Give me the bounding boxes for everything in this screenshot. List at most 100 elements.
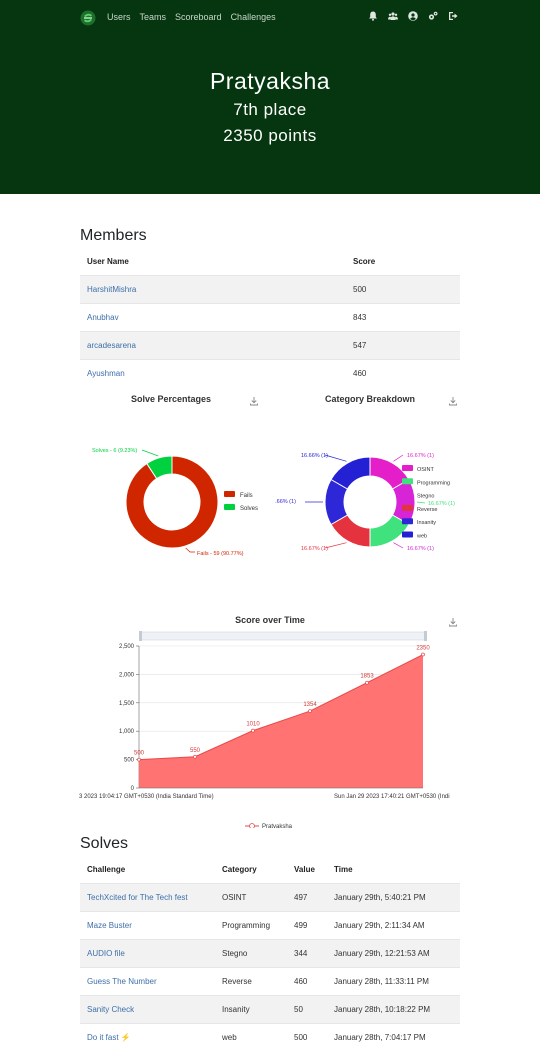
slice-label-line bbox=[324, 542, 347, 549]
legend-swatch[interactable] bbox=[224, 504, 235, 510]
solve-value: 499 bbox=[287, 911, 327, 940]
legend-label[interactable]: Solves bbox=[240, 506, 258, 512]
score-point[interactable] bbox=[193, 754, 197, 759]
col-value: Value bbox=[294, 865, 315, 874]
challenge-link[interactable]: Sanity Check bbox=[87, 1005, 134, 1014]
challenge-link[interactable]: AUDIO file bbox=[87, 949, 125, 958]
challenge-cell: Maze Buster bbox=[80, 911, 215, 940]
legend-label[interactable]: Pratyaksha bbox=[262, 824, 293, 828]
slice-label: 16.67% (1) bbox=[301, 546, 328, 552]
slice-label-line bbox=[393, 454, 404, 462]
solve-row: Maze Buster Programming 499 January 29th, 2… bbox=[80, 911, 460, 940]
legend-marker[interactable] bbox=[249, 823, 255, 829]
challenge-cell: TechXcited for The Tech fest bbox=[80, 883, 215, 912]
nav-users-link[interactable]: Users bbox=[107, 12, 131, 22]
x-tick-label: Sun Jan 29 2023 17:40:21 GMT+0530 (Indi bbox=[334, 794, 450, 800]
col-category: Category bbox=[222, 865, 257, 874]
score-point-label: 1853 bbox=[360, 674, 374, 680]
solve-percentages-title: Solve Percentages bbox=[130, 394, 212, 404]
solve-category: Programming bbox=[215, 911, 287, 940]
solve-value: 460 bbox=[287, 967, 327, 996]
score-point-label: 500 bbox=[134, 751, 145, 757]
legend-swatch[interactable] bbox=[402, 518, 413, 525]
zoom-slider-track[interactable] bbox=[139, 631, 427, 641]
solve-percentages-chart: Fails - 59 (90.77%) Solves - 6 (9.23%) Fa… bbox=[92, 448, 258, 557]
y-tick-label: 1,000 bbox=[119, 729, 135, 735]
member-link[interactable]: HarshitMishra bbox=[87, 285, 136, 294]
legend-label[interactable]: web bbox=[416, 534, 427, 540]
y-tick-label: 2,500 bbox=[119, 644, 135, 650]
nav-teams-link[interactable]: Teams bbox=[140, 12, 167, 22]
legend-label[interactable]: Fails bbox=[240, 493, 253, 499]
score-point[interactable] bbox=[308, 709, 312, 713]
user-circle-icon[interactable] bbox=[408, 11, 418, 21]
members-table: User Name Score HarshitMishra 500 Anubha… bbox=[80, 248, 460, 387]
challenge-link[interactable]: Do it fast ⚡ bbox=[87, 1033, 131, 1042]
legend-label[interactable]: Programming bbox=[417, 480, 450, 486]
legend-swatch[interactable] bbox=[402, 531, 413, 538]
slice-label: Fails - 59 (90.77%) bbox=[197, 551, 244, 557]
team-hero-banner: Pratyaksha 7th place 2350 points bbox=[0, 36, 540, 194]
legend-label[interactable]: Insanity bbox=[417, 520, 436, 526]
solve-row: Sanity Check Insanity 50 January 28th, 10:1… bbox=[80, 995, 460, 1024]
solve-time: January 29th, 2:11:34 AM bbox=[327, 911, 460, 940]
solve-time: January 28th, 7:04:17 PM bbox=[327, 1023, 460, 1051]
slice-label-line bbox=[324, 454, 347, 462]
challenge-link[interactable]: Guess The Number bbox=[87, 977, 157, 986]
ctf-logo[interactable] bbox=[80, 10, 96, 26]
member-score: 547 bbox=[346, 331, 460, 360]
category-breakdown-title: Category Breakdown bbox=[324, 394, 416, 404]
score-point-label: 1354 bbox=[303, 702, 317, 708]
challenge-link[interactable]: TechXcited for The Tech fest bbox=[87, 893, 188, 902]
x-tick-label: 3 2023 19:04:17 GMT+0530 (India Standard… bbox=[79, 794, 214, 800]
users-icon[interactable] bbox=[388, 11, 398, 21]
col-score: Score bbox=[353, 257, 376, 266]
member-row: Ayushman 460 bbox=[80, 359, 460, 387]
member-link[interactable]: Anubhav bbox=[87, 313, 119, 322]
download-icon[interactable] bbox=[448, 396, 458, 406]
members-header-row: User Name Score bbox=[80, 248, 460, 276]
solve-category: OSINT bbox=[215, 883, 287, 912]
score-point-label: 2350 bbox=[416, 646, 430, 652]
nav-scoreboard-link[interactable]: Scoreboard bbox=[175, 12, 222, 22]
legend-swatch[interactable] bbox=[402, 465, 413, 471]
legend-label[interactable]: Reverse bbox=[417, 507, 437, 513]
logout-icon[interactable] bbox=[448, 11, 458, 21]
y-tick-label: 2,000 bbox=[119, 672, 135, 678]
score-point[interactable] bbox=[365, 680, 369, 685]
download-icon[interactable] bbox=[249, 396, 259, 406]
solves-heading: Solves bbox=[80, 835, 129, 852]
solve-row: Do it fast ⚡ web 500 January 28th, 7:04:17 … bbox=[80, 1023, 460, 1051]
col-time: Time bbox=[334, 865, 353, 874]
zoom-slider-handle-left[interactable] bbox=[139, 631, 142, 641]
score-point[interactable] bbox=[421, 652, 425, 657]
member-score: 843 bbox=[346, 303, 460, 332]
solve-category: Reverse bbox=[215, 967, 287, 996]
score-point[interactable] bbox=[137, 757, 141, 762]
score-over-time-title: Score over Time bbox=[235, 615, 305, 625]
solve-category: Stegno bbox=[215, 939, 287, 968]
download-icon[interactable] bbox=[448, 617, 458, 627]
legend-label[interactable]: Stegno bbox=[417, 494, 434, 500]
legend-swatch[interactable] bbox=[402, 504, 413, 511]
member-link[interactable]: Ayushman bbox=[87, 369, 125, 378]
legend-swatch[interactable] bbox=[402, 478, 413, 485]
settings-icon[interactable] bbox=[428, 11, 438, 21]
bell-icon[interactable] bbox=[368, 11, 378, 21]
solves-table: Challenge Category Value Time TechXcited… bbox=[80, 856, 460, 1051]
score-point[interactable] bbox=[251, 728, 255, 733]
legend-swatch[interactable] bbox=[402, 491, 413, 498]
team-place: 7th place bbox=[233, 100, 307, 119]
solve-row: AUDIO file Stegno 344 January 29th, 12:21:5… bbox=[80, 939, 460, 968]
challenge-link[interactable]: Maze Buster bbox=[87, 921, 132, 930]
nav-challenges-link[interactable]: Challenges bbox=[231, 12, 276, 22]
challenge-cell: Sanity Check bbox=[80, 995, 215, 1024]
solve-row: Guess The Number Reverse 460 January 28th, … bbox=[80, 967, 460, 996]
y-tick-label: 0 bbox=[131, 786, 135, 792]
member-link[interactable]: arcadesarena bbox=[87, 341, 136, 350]
zoom-slider-handle-right[interactable] bbox=[424, 631, 427, 641]
challenge-cell: Guess The Number bbox=[80, 967, 215, 996]
legend-label[interactable]: OSINT bbox=[417, 467, 434, 473]
solves-header-row: Challenge Category Value Time bbox=[80, 856, 460, 884]
legend-swatch[interactable] bbox=[224, 491, 235, 497]
